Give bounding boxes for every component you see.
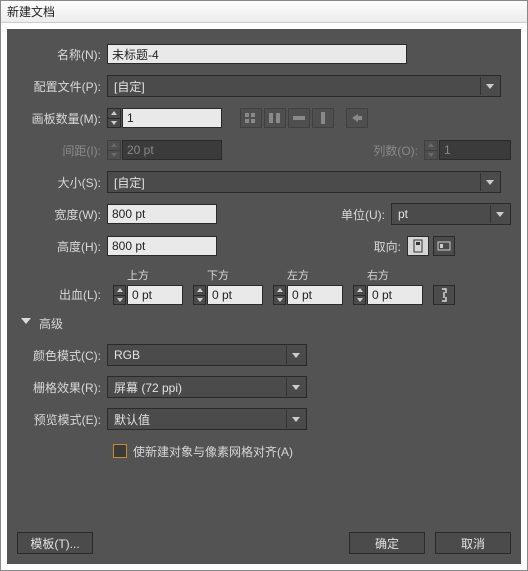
advanced-section-toggle[interactable]: 高级 xyxy=(21,315,511,332)
artboards-input[interactable] xyxy=(122,108,222,128)
bleed-bottom-stepper[interactable] xyxy=(193,285,206,305)
units-label: 单位(U): xyxy=(311,206,391,223)
columns-input xyxy=(439,140,511,160)
bleed-link-button[interactable] xyxy=(433,285,455,305)
chevron-down-icon xyxy=(286,378,304,396)
profile-label: 配置文件(P): xyxy=(17,78,107,95)
width-input[interactable] xyxy=(107,204,217,224)
bleed-left-input[interactable] xyxy=(287,285,343,305)
arrange-grid-row-icon[interactable] xyxy=(240,108,262,128)
colormode-select[interactable]: RGB xyxy=(107,344,307,366)
colormode-label: 颜色模式(C): xyxy=(17,347,107,364)
bleed-label: 出血(L): xyxy=(17,286,107,305)
orientation-landscape-button[interactable] xyxy=(433,236,455,256)
orientation-label: 取向: xyxy=(327,238,407,255)
align-pixel-grid-checkbox[interactable] xyxy=(113,444,127,458)
columns-stepper xyxy=(424,140,438,160)
size-select[interactable]: [自定] xyxy=(107,171,501,193)
bleed-top-stepper[interactable] xyxy=(113,285,126,305)
units-select[interactable]: pt xyxy=(391,203,511,225)
name-input[interactable] xyxy=(107,44,407,64)
bleed-bottom-input[interactable] xyxy=(207,285,263,305)
bleed-top-input[interactable] xyxy=(127,285,183,305)
spacing-input xyxy=(122,140,222,160)
columns-label: 列数(O): xyxy=(344,142,424,159)
align-pixel-grid-label: 使新建对象与像素网格对齐(A) xyxy=(133,443,293,460)
arrange-rtl-icon[interactable] xyxy=(346,108,368,128)
artboards-label: 画板数量(M): xyxy=(17,110,107,127)
preview-select[interactable]: 默认值 xyxy=(107,408,307,430)
cancel-button[interactable]: 取消 xyxy=(435,532,511,554)
chevron-down-icon xyxy=(480,173,498,191)
chevron-down-icon xyxy=(490,205,508,223)
height-label: 高度(H): xyxy=(17,238,107,255)
arrange-grid-col-icon[interactable] xyxy=(264,108,286,128)
template-button[interactable]: 模板(T)... xyxy=(17,532,93,554)
bleed-right-input[interactable] xyxy=(367,285,423,305)
new-document-dialog: 新建文档 名称(N): 配置文件(P): [自定] 画板数量(M): xyxy=(0,0,528,571)
arrange-row-icon[interactable] xyxy=(288,108,310,128)
orientation-portrait-button[interactable] xyxy=(407,236,429,256)
bleed-left-stepper[interactable] xyxy=(273,285,286,305)
chevron-down-icon xyxy=(286,410,304,428)
bleed-left-label: 左方 xyxy=(273,267,343,283)
raster-select[interactable]: 屏幕 (72 ppi) xyxy=(107,376,307,398)
profile-select[interactable]: [自定] xyxy=(107,75,501,97)
spacing-label: 间距(I): xyxy=(17,142,107,159)
titlebar: 新建文档 xyxy=(1,1,527,23)
bleed-right-label: 右方 xyxy=(353,267,423,283)
chevron-down-icon xyxy=(480,77,498,95)
ok-button[interactable]: 确定 xyxy=(349,532,425,554)
name-label: 名称(N): xyxy=(17,46,107,63)
preview-label: 预览模式(E): xyxy=(17,411,107,428)
artboards-stepper[interactable] xyxy=(107,108,121,128)
bleed-bottom-label: 下方 xyxy=(193,267,263,283)
spacing-stepper xyxy=(107,140,121,160)
chevron-down-icon xyxy=(286,346,304,364)
height-input[interactable] xyxy=(107,236,217,256)
arrange-col-icon[interactable] xyxy=(312,108,334,128)
raster-label: 栅格效果(R): xyxy=(17,379,107,396)
disclosure-triangle-icon xyxy=(21,318,31,329)
size-label: 大小(S): xyxy=(17,174,107,191)
width-label: 宽度(W): xyxy=(17,206,107,223)
bleed-right-stepper[interactable] xyxy=(353,285,366,305)
bleed-top-label: 上方 xyxy=(113,267,183,283)
